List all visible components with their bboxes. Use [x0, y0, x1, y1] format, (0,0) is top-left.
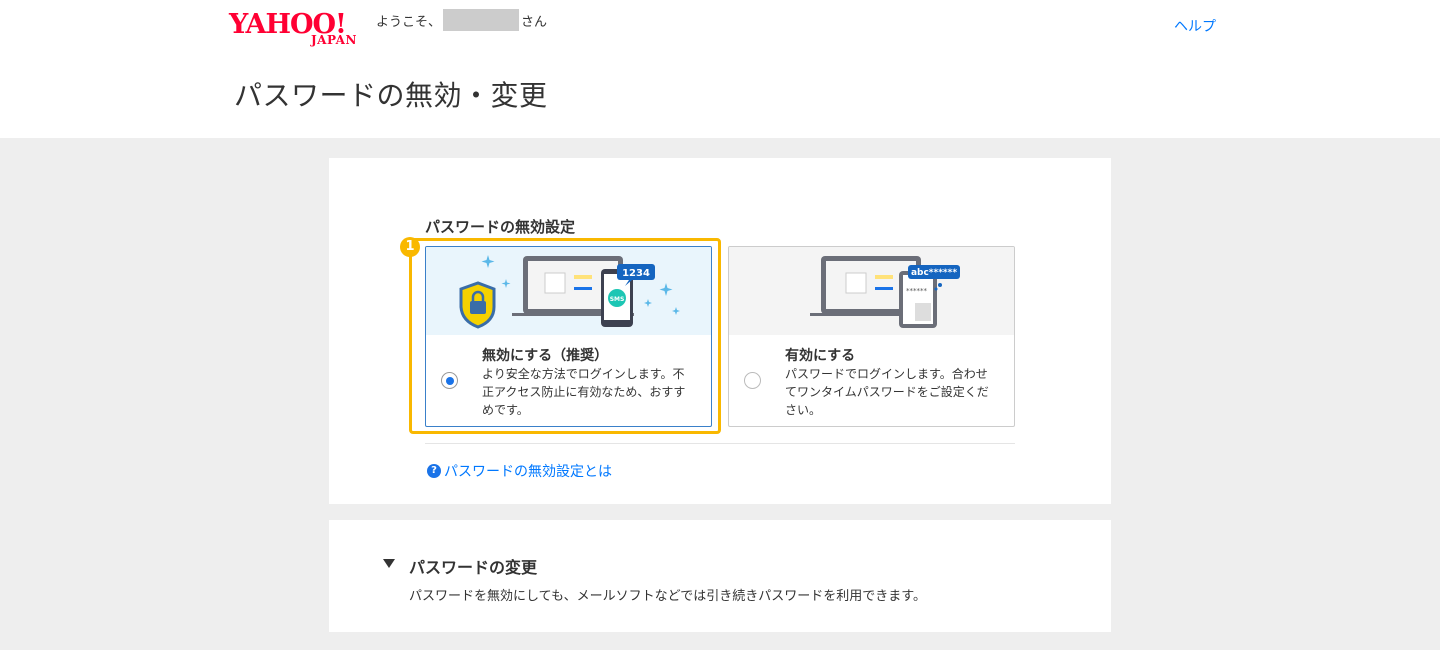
sms-login-illustration: SMS 1234 — [426, 247, 711, 335]
sms-text: SMS — [610, 296, 625, 303]
password-login-illustration: ****** abc****** — [729, 247, 1014, 335]
masked-username — [443, 9, 520, 31]
password-change-title[interactable]: パスワードの変更 — [409, 554, 537, 578]
svg-text:******: ****** — [906, 287, 928, 295]
welcome-prefix: ようこそ、 — [376, 14, 442, 30]
welcome-message: ようこそ、 さん — [376, 9, 547, 31]
option-title: 無効にする（推奨） — [482, 348, 609, 364]
yahoo-japan-logo[interactable]: YAHOO! JAPAN — [229, 10, 369, 50]
laptop-password-icon: ****** abc****** — [810, 256, 960, 328]
radio-disable-password[interactable] — [441, 372, 458, 389]
page-title: パスワードの無効・変更 — [234, 79, 548, 112]
triangle-down-icon[interactable] — [383, 559, 395, 568]
section-label: パスワードの無効設定 — [425, 218, 576, 236]
option-enable-password[interactable]: ****** abc****** 有効にする パスワードでログインします。合わせ… — [728, 246, 1015, 427]
about-link-text: パスワードの無効設定とは — [444, 464, 612, 480]
about-disable-link[interactable]: ? パスワードの無効設定とは — [427, 461, 612, 481]
welcome-suffix: さん — [521, 14, 548, 30]
laptop-phone-shield-icon: SMS 1234 — [459, 255, 680, 329]
password-bubble-text: abc****** — [911, 268, 957, 278]
code-bubble-text: 1234 — [622, 268, 650, 279]
password-change-description: パスワードを無効にしても、メールソフトなどでは引き続きパスワードを利用できます。 — [409, 589, 927, 604]
option-disable-password[interactable]: SMS 1234 無効にする（推奨） より安全な方法でログインします。不正アクセ… — [425, 246, 712, 427]
option-description: パスワードでログインします。合わせてワンタイムパスワードをご設定ください。 — [785, 367, 989, 417]
help-circle-icon: ? — [427, 464, 441, 478]
step-badge: 1 — [400, 237, 420, 257]
option-description: より安全な方法でログインします。不正アクセス防止に有効なため、おすすめです。 — [482, 367, 686, 417]
help-link[interactable]: ヘルプ — [1174, 16, 1216, 36]
page-header: YAHOO! JAPAN ようこそ、 さん ヘルプ パスワードの無効・変更 — [0, 0, 1440, 138]
divider — [425, 443, 1015, 444]
logo-sub-text: JAPAN — [311, 33, 357, 47]
option-title: 有効にする — [785, 348, 856, 364]
radio-enable-password[interactable] — [744, 372, 761, 389]
